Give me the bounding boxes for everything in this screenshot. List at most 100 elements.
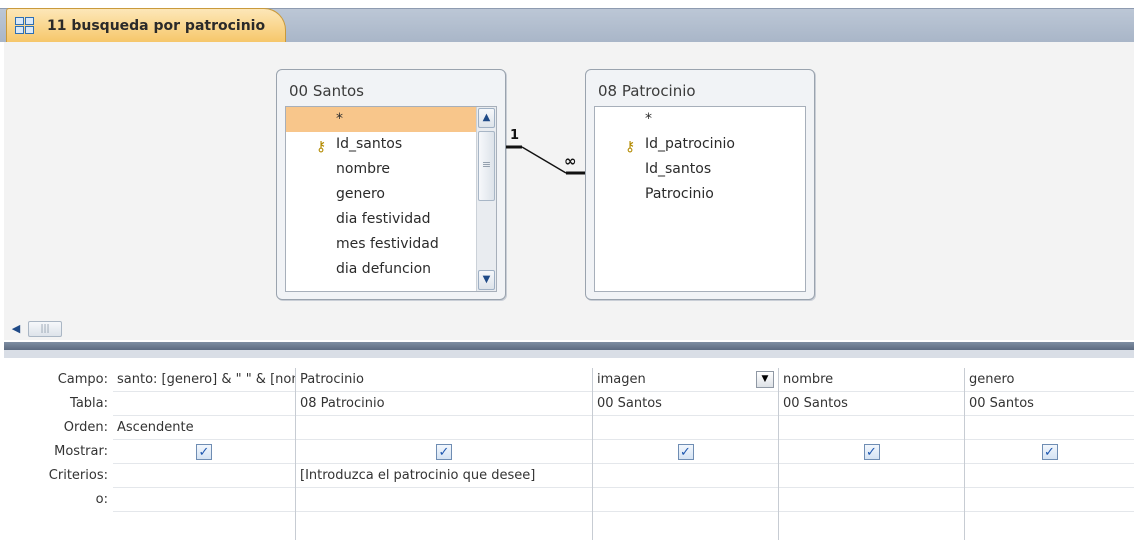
field-item[interactable]: mes festividad xyxy=(286,232,496,257)
grid-cell-field[interactable]: nombre xyxy=(779,368,964,392)
field-item[interactable]: Id_santos xyxy=(595,157,805,182)
grid-cell-sort[interactable] xyxy=(296,416,592,440)
field-item[interactable]: Patrocinio xyxy=(595,182,805,207)
grid-cell-table[interactable]: 00 Santos xyxy=(593,392,778,416)
field-item[interactable]: * xyxy=(595,107,805,132)
grid-cell-show[interactable]: ✓ xyxy=(113,440,295,464)
grid-cell-or[interactable] xyxy=(113,488,295,512)
grid-cell-text: Ascendente xyxy=(117,420,194,435)
grid-cell-or[interactable] xyxy=(593,488,778,512)
scroll-left-icon[interactable]: ◀ xyxy=(8,321,24,337)
field-item-label: Id_santos xyxy=(645,161,712,177)
field-list-patrocinio[interactable]: * ⚷ Id_patrocinio Id_santos Patrocinio xyxy=(595,107,805,207)
table-patrocinio-title[interactable]: 08 Patrocinio xyxy=(598,82,696,100)
grid-cell-text: 00 Santos xyxy=(783,396,848,411)
query-design-grid[interactable]: Campo: Tabla: Orden: Mostrar: Criterios:… xyxy=(4,358,1134,540)
grid-cell-criteria[interactable]: [Introduzca el patrocinio que desee] xyxy=(296,464,592,488)
grid-cell-sort[interactable] xyxy=(779,416,964,440)
row-label-o: o: xyxy=(95,492,108,507)
field-item-label: * xyxy=(336,111,343,127)
scroll-thumb[interactable]: ≡ xyxy=(478,131,495,201)
table-santos-title[interactable]: 00 Santos xyxy=(289,82,364,100)
grid-cell-show[interactable]: ✓ xyxy=(965,440,1134,464)
scroll-up-icon[interactable]: ▲ xyxy=(478,108,495,128)
row-label-campo: Campo: xyxy=(57,372,108,387)
table-santos-field-list[interactable]: * ⚷ Id_santosnombre genero dia festividad mes… xyxy=(285,106,497,292)
grid-column[interactable]: nombre 00 Santos ✓ xyxy=(779,368,965,540)
grid-cell-criteria[interactable] xyxy=(113,464,295,488)
table-patrocinio[interactable]: 08 Patrocinio * ⚷ Id_patrocinio Id_santos Pa… xyxy=(585,69,815,300)
grid-cell-show[interactable]: ✓ xyxy=(296,440,592,464)
grid-cell-table[interactable]: 00 Santos xyxy=(965,392,1134,416)
grid-cell-sort[interactable] xyxy=(593,416,778,440)
row-label-criterios: Criterios: xyxy=(48,468,108,483)
grid-cell-show[interactable]: ✓ xyxy=(593,440,778,464)
show-checkbox[interactable]: ✓ xyxy=(863,444,880,460)
grid-column[interactable]: imagen ▼ 00 Santos ✓ xyxy=(593,368,779,540)
pane-splitter[interactable] xyxy=(4,342,1134,350)
query-design-pane[interactable]: 00 Santos * ⚷ Id_santosnombre genero dia fes… xyxy=(4,42,1134,318)
query-icon xyxy=(15,16,37,35)
grid-cell-text: 00 Santos xyxy=(597,396,662,411)
scroll-down-icon[interactable]: ▼ xyxy=(478,270,495,290)
field-item[interactable]: nombre xyxy=(286,157,496,182)
grid-column[interactable]: Patrocinio 08 Patrocinio ✓ [Introduzca el p… xyxy=(296,368,593,540)
grid-column[interactable]: genero 00 Santos ✓ xyxy=(965,368,1134,540)
row-label-orden: Orden: xyxy=(63,420,108,435)
relationship-one-label: 1 xyxy=(510,128,520,143)
grid-header-strip xyxy=(4,350,1134,358)
field-item-label: dia festividad xyxy=(336,211,431,227)
field-item[interactable]: genero xyxy=(286,182,496,207)
grid-cell-table[interactable]: 00 Santos xyxy=(779,392,964,416)
field-item[interactable]: ⚷ Id_santos xyxy=(286,132,496,157)
grid-cell-field[interactable]: imagen ▼ xyxy=(593,368,778,392)
field-item-label: * xyxy=(645,111,652,127)
grid-cell-table[interactable]: 08 Patrocinio xyxy=(296,392,592,416)
grid-cell-text: genero xyxy=(969,372,1015,387)
design-horizontal-scrollbar[interactable]: ◀ ||| xyxy=(4,318,1134,340)
grid-cell-criteria[interactable] xyxy=(593,464,778,488)
grid-cell-sort[interactable] xyxy=(965,416,1134,440)
horizontal-scroll-thumb[interactable]: ||| xyxy=(28,321,62,337)
field-item[interactable]: ⚷ Id_patrocinio xyxy=(595,132,805,157)
grid-cell-field[interactable]: santo: [genero] & " " & [nombre] xyxy=(113,368,295,392)
grid-cell-show[interactable]: ✓ xyxy=(779,440,964,464)
field-list-santos[interactable]: * ⚷ Id_santosnombre genero dia festividad mes… xyxy=(286,107,496,282)
grid-cell-criteria[interactable] xyxy=(779,464,964,488)
grid-cell-or[interactable] xyxy=(779,488,964,512)
table-santos[interactable]: 00 Santos * ⚷ Id_santosnombre genero dia fes… xyxy=(276,69,506,300)
field-item-label: dia defuncion xyxy=(336,261,432,277)
grid-column[interactable]: santo: [genero] & " " & [nombre] Ascenden… xyxy=(113,368,296,540)
field-item[interactable]: * xyxy=(286,107,496,132)
field-item-label: nombre xyxy=(336,161,391,177)
grid-cell-field[interactable]: Patrocinio xyxy=(296,368,592,392)
grid-cell-text: Patrocinio xyxy=(300,372,364,387)
grid-cell-or[interactable] xyxy=(965,488,1134,512)
field-list-scrollbar[interactable]: ▲ ≡ ▼ xyxy=(476,107,496,291)
field-item-label: Patrocinio xyxy=(645,186,714,202)
relationship-many-label: ∞ xyxy=(564,152,577,170)
grid-cell-text: imagen xyxy=(597,372,646,387)
grid-cell-table[interactable] xyxy=(113,392,295,416)
grid-cell-text: 08 Patrocinio xyxy=(300,396,385,411)
query-tab[interactable]: 11 busqueda por patrocinio xyxy=(6,8,286,42)
field-dropdown-icon[interactable]: ▼ xyxy=(756,371,774,388)
grid-cell-field[interactable]: genero xyxy=(965,368,1134,392)
show-checkbox[interactable]: ✓ xyxy=(677,444,694,460)
grid-cell-or[interactable] xyxy=(296,488,592,512)
grid-cell-text: nombre xyxy=(783,372,834,387)
grid-cell-text: 00 Santos xyxy=(969,396,1034,411)
field-item[interactable]: dia festividad xyxy=(286,207,496,232)
document-tab-bar: 11 busqueda por patrocinio xyxy=(0,0,1134,42)
field-item-label: Id_patrocinio xyxy=(645,136,735,152)
row-label-tabla: Tabla: xyxy=(70,396,108,411)
show-checkbox[interactable]: ✓ xyxy=(196,444,212,460)
field-item[interactable]: dia defuncion xyxy=(286,257,496,282)
grid-cell-criteria[interactable] xyxy=(965,464,1134,488)
show-checkbox[interactable]: ✓ xyxy=(436,444,452,460)
query-tab-title: 11 busqueda por patrocinio xyxy=(47,17,266,34)
grid-cell-sort[interactable]: Ascendente xyxy=(113,416,295,440)
field-item-label: Id_santos xyxy=(336,136,403,152)
table-patrocinio-field-list[interactable]: * ⚷ Id_patrocinio Id_santos Patrocinio xyxy=(594,106,806,292)
show-checkbox[interactable]: ✓ xyxy=(1041,444,1058,460)
